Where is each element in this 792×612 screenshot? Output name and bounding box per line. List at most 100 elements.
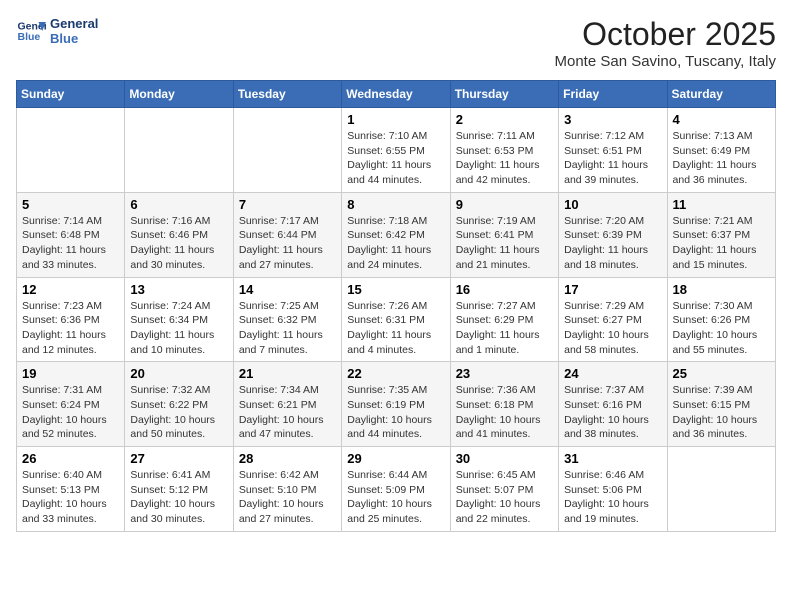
calendar-cell: 24 Sunrise: 7:37 AM Sunset: 6:16 PM Dayli… — [559, 362, 667, 447]
day-info: Sunrise: 7:14 AM Sunset: 6:48 PM Dayligh… — [22, 214, 119, 273]
day-number: 19 — [22, 366, 119, 381]
calendar-cell: 18Sunrise: 7:30 AM Sunset: 6:26 PM Dayli… — [667, 277, 775, 362]
day-number: 13 — [130, 282, 227, 297]
day-number: 10 — [564, 197, 661, 212]
day-number: 3 — [564, 112, 661, 127]
day-number: 8 — [347, 197, 444, 212]
day-number: 22 — [347, 366, 444, 381]
day-info: Sunrise: 7:16 AM Sunset: 6:46 PM Dayligh… — [130, 214, 227, 273]
calendar-cell: 7 Sunrise: 7:17 AM Sunset: 6:44 PM Daylig… — [233, 192, 341, 277]
day-info: Sunrise: 7:36 AM Sunset: 6:18 PM Dayligh… — [456, 383, 553, 442]
day-number: 28 — [239, 451, 336, 466]
day-info: Sunrise: 7:21 AM Sunset: 6:37 PM Dayligh… — [673, 214, 770, 273]
day-number: 31 — [564, 451, 661, 466]
calendar-week-row: 1 Sunrise: 7:10 AM Sunset: 6:55 PM Daylig… — [17, 108, 776, 193]
day-number: 14 — [239, 282, 336, 297]
day-number: 21 — [239, 366, 336, 381]
day-info: Sunrise: 7:24 AM Sunset: 6:34 PM Dayligh… — [130, 299, 227, 358]
calendar-cell: 8Sunrise: 7:18 AM Sunset: 6:42 PM Daylig… — [342, 192, 450, 277]
day-info: Sunrise: 7:35 AM Sunset: 6:19 PM Dayligh… — [347, 383, 444, 442]
day-info: Sunrise: 7:13 AM Sunset: 6:49 PM Dayligh… — [673, 129, 770, 188]
day-info: Sunrise: 7:39 AM Sunset: 6:15 PM Dayligh… — [673, 383, 770, 442]
day-info: Sunrise: 7:23 AM Sunset: 6:36 PM Dayligh… — [22, 299, 119, 358]
logo-icon: General Blue — [16, 16, 46, 46]
calendar-cell: 17Sunrise: 7:29 AM Sunset: 6:27 PM Dayli… — [559, 277, 667, 362]
calendar-cell: 19 Sunrise: 7:31 AM Sunset: 6:24 PM Dayli… — [17, 362, 125, 447]
day-number: 11 — [673, 197, 770, 212]
day-info: Sunrise: 6:41 AM Sunset: 5:12 PM Dayligh… — [130, 468, 227, 527]
day-number: 27 — [130, 451, 227, 466]
calendar-cell: 6Sunrise: 7:16 AM Sunset: 6:46 PM Daylig… — [125, 192, 233, 277]
day-number: 20 — [130, 366, 227, 381]
calendar-cell: 2 Sunrise: 7:11 AM Sunset: 6:53 PM Daylig… — [450, 108, 558, 193]
calendar-cell: 12 Sunrise: 7:23 AM Sunset: 6:36 PM Dayli… — [17, 277, 125, 362]
day-header-tuesday: Tuesday — [233, 81, 341, 108]
calendar-cell: 27 Sunrise: 6:41 AM Sunset: 5:12 PM Dayli… — [125, 447, 233, 532]
day-info: Sunrise: 7:27 AM Sunset: 6:29 PM Dayligh… — [456, 299, 553, 358]
logo: General Blue General Blue — [16, 16, 98, 46]
day-header-wednesday: Wednesday — [342, 81, 450, 108]
day-number: 30 — [456, 451, 553, 466]
day-info: Sunrise: 7:12 AM Sunset: 6:51 PM Dayligh… — [564, 129, 661, 188]
svg-text:Blue: Blue — [18, 31, 41, 43]
day-info: Sunrise: 7:37 AM Sunset: 6:16 PM Dayligh… — [564, 383, 661, 442]
day-number: 23 — [456, 366, 553, 381]
calendar-cell: 3 Sunrise: 7:12 AM Sunset: 6:51 PM Daylig… — [559, 108, 667, 193]
day-number: 7 — [239, 197, 336, 212]
day-header-thursday: Thursday — [450, 81, 558, 108]
calendar-cell: 23 Sunrise: 7:36 AM Sunset: 6:18 PM Dayli… — [450, 362, 558, 447]
day-info: Sunrise: 7:17 AM Sunset: 6:44 PM Dayligh… — [239, 214, 336, 273]
day-header-monday: Monday — [125, 81, 233, 108]
day-number: 5 — [22, 197, 119, 212]
day-number: 16 — [456, 282, 553, 297]
day-number: 12 — [22, 282, 119, 297]
logo-general: General — [50, 16, 98, 31]
calendar-cell: 10 Sunrise: 7:20 AM Sunset: 6:39 PM Dayli… — [559, 192, 667, 277]
day-number: 24 — [564, 366, 661, 381]
calendar-cell: 9Sunrise: 7:19 AM Sunset: 6:41 PM Daylig… — [450, 192, 558, 277]
calendar-cell: 29Sunrise: 6:44 AM Sunset: 5:09 PM Dayli… — [342, 447, 450, 532]
calendar-header-row: SundayMondayTuesdayWednesdayThursdayFrid… — [17, 81, 776, 108]
day-info: Sunrise: 7:34 AM Sunset: 6:21 PM Dayligh… — [239, 383, 336, 442]
day-info: Sunrise: 7:10 AM Sunset: 6:55 PM Dayligh… — [347, 129, 444, 188]
day-header-friday: Friday — [559, 81, 667, 108]
day-number: 1 — [347, 112, 444, 127]
calendar-week-row: 5 Sunrise: 7:14 AM Sunset: 6:48 PM Daylig… — [17, 192, 776, 277]
calendar-cell: 21 Sunrise: 7:34 AM Sunset: 6:21 PM Dayli… — [233, 362, 341, 447]
calendar-cell: 14 Sunrise: 7:25 AM Sunset: 6:32 PM Dayli… — [233, 277, 341, 362]
calendar-cell: 13 Sunrise: 7:24 AM Sunset: 6:34 PM Dayli… — [125, 277, 233, 362]
calendar-cell: 11 Sunrise: 7:21 AM Sunset: 6:37 PM Dayli… — [667, 192, 775, 277]
day-header-saturday: Saturday — [667, 81, 775, 108]
day-info: Sunrise: 6:40 AM Sunset: 5:13 PM Dayligh… — [22, 468, 119, 527]
day-info: Sunrise: 7:20 AM Sunset: 6:39 PM Dayligh… — [564, 214, 661, 273]
calendar-cell — [125, 108, 233, 193]
day-info: Sunrise: 6:44 AM Sunset: 5:09 PM Dayligh… — [347, 468, 444, 527]
day-info: Sunrise: 7:25 AM Sunset: 6:32 PM Dayligh… — [239, 299, 336, 358]
calendar-title: October 2025 — [554, 16, 776, 53]
calendar-cell: 25 Sunrise: 7:39 AM Sunset: 6:15 PM Dayli… — [667, 362, 775, 447]
day-number: 25 — [673, 366, 770, 381]
logo-blue: Blue — [50, 31, 98, 46]
day-info: Sunrise: 7:19 AM Sunset: 6:41 PM Dayligh… — [456, 214, 553, 273]
day-info: Sunrise: 6:42 AM Sunset: 5:10 PM Dayligh… — [239, 468, 336, 527]
calendar-week-row: 19 Sunrise: 7:31 AM Sunset: 6:24 PM Dayli… — [17, 362, 776, 447]
day-number: 17 — [564, 282, 661, 297]
day-header-sunday: Sunday — [17, 81, 125, 108]
calendar-cell — [667, 447, 775, 532]
calendar-cell: 28 Sunrise: 6:42 AM Sunset: 5:10 PM Dayli… — [233, 447, 341, 532]
day-number: 2 — [456, 112, 553, 127]
calendar-week-row: 12 Sunrise: 7:23 AM Sunset: 6:36 PM Dayli… — [17, 277, 776, 362]
calendar-subtitle: Monte San Savino, Tuscany, Italy — [554, 53, 776, 70]
calendar-cell — [233, 108, 341, 193]
day-info: Sunrise: 7:32 AM Sunset: 6:22 PM Dayligh… — [130, 383, 227, 442]
calendar-cell: 1 Sunrise: 7:10 AM Sunset: 6:55 PM Daylig… — [342, 108, 450, 193]
day-info: Sunrise: 7:11 AM Sunset: 6:53 PM Dayligh… — [456, 129, 553, 188]
calendar-cell: 26Sunrise: 6:40 AM Sunset: 5:13 PM Dayli… — [17, 447, 125, 532]
calendar-cell: 15Sunrise: 7:26 AM Sunset: 6:31 PM Dayli… — [342, 277, 450, 362]
day-info: Sunrise: 7:26 AM Sunset: 6:31 PM Dayligh… — [347, 299, 444, 358]
calendar-cell: 16 Sunrise: 7:27 AM Sunset: 6:29 PM Dayli… — [450, 277, 558, 362]
calendar-cell: 30Sunrise: 6:45 AM Sunset: 5:07 PM Dayli… — [450, 447, 558, 532]
day-info: Sunrise: 7:31 AM Sunset: 6:24 PM Dayligh… — [22, 383, 119, 442]
calendar-cell: 22 Sunrise: 7:35 AM Sunset: 6:19 PM Dayli… — [342, 362, 450, 447]
calendar-cell: 20 Sunrise: 7:32 AM Sunset: 6:22 PM Dayli… — [125, 362, 233, 447]
